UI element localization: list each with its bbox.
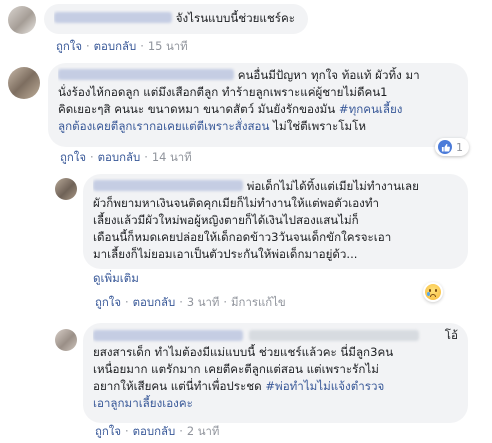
comment-line: อยากให้เสียคน แต่นี่ทำเพื่อประชด [93, 379, 262, 393]
like-link[interactable]: ถูกใจ [95, 424, 121, 438]
comment-line: ไม่ใช่ตีเพราะโมโห [273, 119, 366, 133]
like-icon [438, 140, 452, 154]
comment-text-blurred [249, 330, 419, 341]
edited-label[interactable]: มีการแก้ไข [231, 295, 286, 309]
comment-line: โอ้ [444, 328, 458, 342]
comment-line: นั่งร้องไห้กอดลูก แต่มึงเสือกตีลูก ทำร้า… [58, 85, 388, 99]
see-more-link[interactable]: ดูเพิ่มเติม [93, 270, 139, 288]
commenter-name-blurred[interactable] [54, 12, 172, 23]
comment-line: มาเลี้ยงก็ไม่ยอมเอาเป็นตัวประกันให้พ่อเด… [93, 247, 358, 261]
comment-line: ยสงสารเด็ก ทำไมต้องมีแม่แบบนี้ ช่วยแชร์แ… [93, 345, 394, 359]
like-link[interactable]: ถูกใจ [60, 150, 86, 164]
comment-line: คิดเยอะๆสิ คนนะ ขนาดหมา ขนาดสัตว์ มันยัง… [58, 102, 336, 116]
timestamp[interactable]: 2 นาที [187, 424, 220, 438]
comment-bubble: พ่อเด็กไม่ได้ทิ้งแต่เมียไม่ทำงานเลย ผัวก… [83, 174, 468, 269]
comment-actions: ถูกใจ · ตอบกลับ · 14 นาที [60, 150, 192, 164]
hashtag-link[interactable]: #ทุกคนเลี้ยง [339, 102, 403, 116]
comment-bubble: คนอื่นมีปัญหา ทุกใจ ท้อแท้ ผัวทิ้ง มา นั… [48, 63, 468, 147]
reaction-summary[interactable]: 1 [435, 138, 469, 156]
comment-actions: ถูกใจ · ตอบกลับ · 2 นาที [95, 424, 220, 438]
reaction-count: 1 [456, 140, 463, 154]
avatar[interactable] [55, 178, 77, 200]
comment-line: เดือนนี้ก็หมดเคยปล่อยให้เด็กอดข้าว3วันจน… [93, 230, 392, 244]
sad-icon [425, 284, 441, 300]
reply-link[interactable]: ตอบกลับ [94, 39, 137, 53]
commenter-name-blurred[interactable] [93, 330, 243, 341]
comment-line: ผัวก็พยามหาเงินจนติดคุกเมียก็ไม่ทำงานให้… [93, 196, 379, 210]
commenter-name-blurred[interactable] [58, 69, 234, 80]
commenter-name-blurred[interactable] [93, 180, 243, 191]
reply-link[interactable]: ตอบกลับ [98, 150, 141, 164]
timestamp[interactable]: 3 นาที [187, 295, 220, 309]
comment-actions: ถูกใจ · ตอบกลับ · 15 นาที [56, 39, 188, 53]
comment-bubble: โอ้ ยสงสารเด็ก ทำไมต้องมีแม่แบบนี้ ช่วยแ… [83, 323, 468, 423]
comment-line: เลี้ยงแล้วมีผัวใหม่พอผู้หญิงตายก็ได้เงิน… [93, 213, 359, 227]
hashtag-link[interactable]: #พ่อทำไมไม่แจ้งตำรวจ [265, 379, 384, 393]
comment-actions: ถูกใจ · ตอบกลับ · 3 นาที · มีการแก้ไข [95, 295, 286, 309]
avatar[interactable] [8, 67, 40, 99]
comment-line: เหนื่อยมาก แตรักมาก เคยตีคะตีลูกแต่สอน แ… [93, 362, 379, 376]
reply-link[interactable]: ตอบกลับ [133, 424, 176, 438]
comment-line: พ่อเด็กไม่ได้ทิ้งแต่เมียไม่ทำงานเลย [246, 179, 419, 193]
timestamp[interactable]: 14 นาที [152, 150, 192, 164]
sad-reaction-button[interactable] [423, 282, 443, 302]
avatar[interactable] [55, 329, 77, 351]
like-link[interactable]: ถูกใจ [56, 39, 82, 53]
like-link[interactable]: ถูกใจ [95, 295, 121, 309]
hashtag-continuation[interactable]: ลูกต้องเคยตีลูกเรากอเคยแต่ตีเพราะสั่งสอน [58, 119, 269, 133]
timestamp[interactable]: 15 นาที [148, 39, 188, 53]
avatar[interactable] [8, 6, 36, 34]
reply-link[interactable]: ตอบกลับ [133, 295, 176, 309]
comment-bubble: จังไรนแบบนี้ช่วยแชร์คะ [44, 4, 308, 34]
comment-text: จังไรนแบบนี้ช่วยแชร์คะ [175, 11, 295, 25]
hashtag-continuation[interactable]: เอาลูกมาเลี้ยงเองคะ [93, 395, 458, 412]
comment-line: คนอื่นมีปัญหา ทุกใจ ท้อแท้ ผัวทิ้ง มา [237, 68, 420, 82]
